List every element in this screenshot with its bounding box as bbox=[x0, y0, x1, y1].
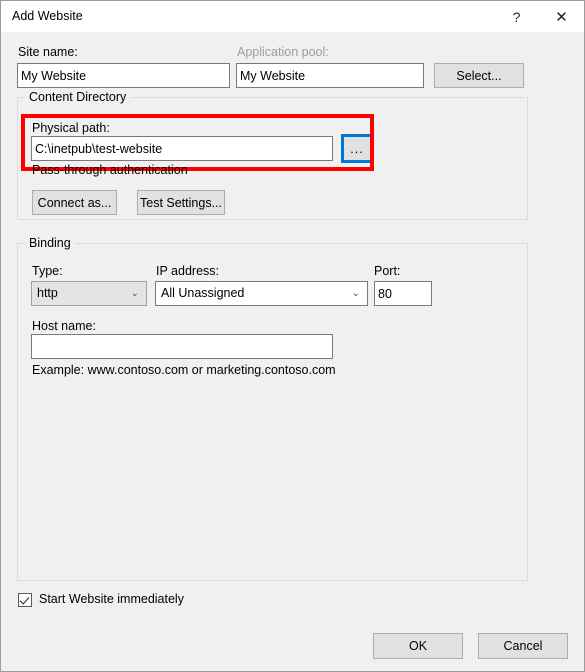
site-name-label: Site name: bbox=[18, 45, 78, 59]
test-settings-button[interactable]: Test Settings... bbox=[137, 190, 225, 215]
physical-path-input[interactable] bbox=[31, 136, 333, 161]
application-pool-label: Application pool: bbox=[237, 45, 329, 59]
content-directory-group-title: Content Directory bbox=[25, 90, 131, 104]
binding-type-label: Type: bbox=[32, 264, 63, 278]
connect-as-button[interactable]: Connect as... bbox=[32, 190, 117, 215]
host-name-label: Host name: bbox=[32, 319, 96, 333]
ip-address-label: IP address: bbox=[156, 264, 220, 278]
ok-button[interactable]: OK bbox=[373, 633, 463, 659]
physical-path-label: Physical path: bbox=[32, 121, 110, 135]
chevron-down-icon: ⌄ bbox=[351, 288, 360, 299]
window-title: Add Website bbox=[12, 9, 83, 23]
title-bar: Add Website ? ✕ bbox=[1, 1, 584, 33]
close-icon[interactable]: ✕ bbox=[539, 1, 584, 32]
select-application-pool-button[interactable]: Select... bbox=[434, 63, 524, 88]
browse-physical-path-button[interactable]: ... bbox=[343, 136, 371, 161]
site-name-input[interactable] bbox=[17, 63, 230, 88]
cancel-button[interactable]: Cancel bbox=[478, 633, 568, 659]
ip-address-select[interactable]: All Unassigned ⌄ bbox=[155, 281, 368, 306]
binding-type-select[interactable]: http ⌄ bbox=[31, 281, 147, 306]
port-label: Port: bbox=[374, 264, 401, 278]
binding-group-title: Binding bbox=[25, 236, 75, 250]
application-pool-input[interactable] bbox=[236, 63, 424, 88]
ip-address-value: All Unassigned bbox=[161, 286, 245, 300]
help-icon[interactable]: ? bbox=[494, 1, 539, 32]
port-input[interactable] bbox=[374, 281, 432, 306]
binding-type-value: http bbox=[37, 286, 58, 300]
chevron-down-icon: ⌄ bbox=[130, 288, 139, 299]
host-name-example-text: Example: www.contoso.com or marketing.co… bbox=[32, 363, 336, 377]
pass-through-authentication-label: Pass-through authentication bbox=[32, 163, 188, 177]
start-website-label: Start Website immediately bbox=[39, 592, 184, 606]
footer-divider bbox=[1, 617, 584, 618]
add-website-dialog: Add Website ? ✕ Site name: Application p… bbox=[0, 0, 585, 672]
start-website-checkbox[interactable] bbox=[18, 593, 32, 607]
host-name-input[interactable] bbox=[31, 334, 333, 359]
